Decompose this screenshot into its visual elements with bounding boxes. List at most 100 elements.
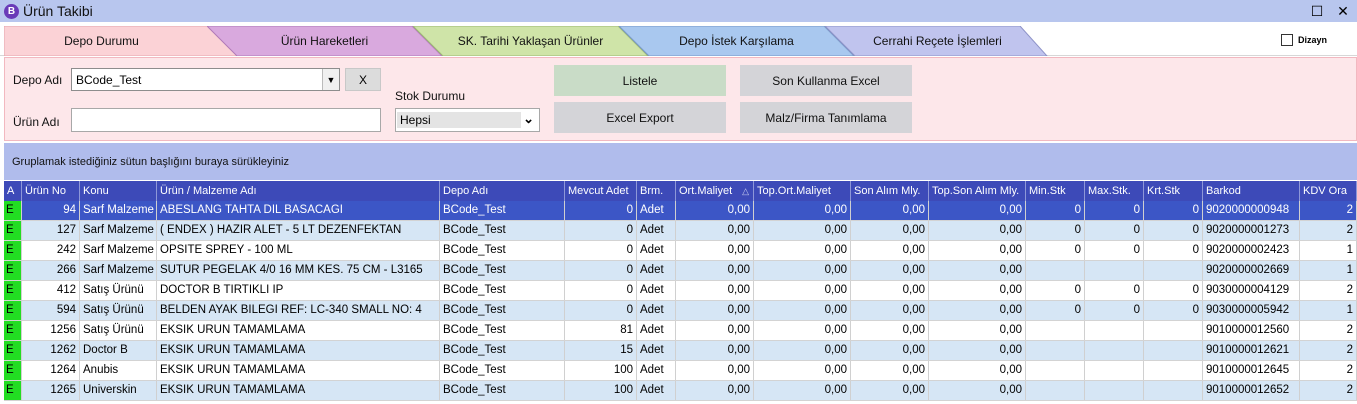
- close-button[interactable]: ✕: [1329, 0, 1357, 22]
- cell-ort-maliyet-col[interactable]: 0,00: [676, 221, 754, 240]
- cell-birim-col[interactable]: Adet: [637, 201, 676, 220]
- column-header-krt-stk-col[interactable]: Krt.Stk: [1144, 181, 1203, 201]
- cell-top-son-alim-col[interactable]: 0,00: [929, 301, 1026, 320]
- cell-barkod-col[interactable]: 9010000012645: [1203, 361, 1300, 380]
- cell-kdv-col[interactable]: 2: [1300, 321, 1357, 340]
- cell-birim-col[interactable]: Adet: [637, 301, 676, 320]
- cell-top-son-alim-col[interactable]: 0,00: [929, 261, 1026, 280]
- cell-urun-no-col[interactable]: 1264: [22, 361, 80, 380]
- cell-a-col[interactable]: E: [4, 281, 22, 300]
- cell-top-ort-maliyet-col[interactable]: 0,00: [754, 261, 851, 280]
- cell-mevcut-adet-col[interactable]: 0: [565, 241, 637, 260]
- cell-urun-adi-col[interactable]: OPSITE SPREY - 100 ML: [157, 241, 440, 260]
- cell-min-stk-col[interactable]: [1026, 341, 1085, 360]
- cell-max-stk-col[interactable]: [1085, 361, 1144, 380]
- table-row[interactable]: E 594 Satış Ürünü BELDEN AYAK BILEGI REF: L…: [4, 301, 1357, 321]
- cell-depo-adi-col[interactable]: BCode_Test: [440, 381, 565, 400]
- cell-urun-no-col[interactable]: 1256: [22, 321, 80, 340]
- column-header-konu-col[interactable]: Konu: [80, 181, 157, 201]
- cell-konu-col[interactable]: Satış Ürünü: [80, 281, 157, 300]
- cell-barkod-col[interactable]: 9020000002423: [1203, 241, 1300, 260]
- cell-konu-col[interactable]: Doctor B: [80, 341, 157, 360]
- cell-a-col[interactable]: E: [4, 341, 22, 360]
- urun-input[interactable]: [71, 108, 381, 132]
- cell-urun-no-col[interactable]: 594: [22, 301, 80, 320]
- cell-a-col[interactable]: E: [4, 361, 22, 380]
- column-header-mevcut-adet-col[interactable]: Mevcut Adet: [565, 181, 637, 201]
- cell-konu-col[interactable]: Sarf Malzeme: [80, 221, 157, 240]
- cell-krt-stk-col[interactable]: [1144, 321, 1203, 340]
- cell-kdv-col[interactable]: 1: [1300, 261, 1357, 280]
- cell-max-stk-col[interactable]: [1085, 341, 1144, 360]
- cell-max-stk-col[interactable]: 0: [1085, 281, 1144, 300]
- cell-a-col[interactable]: E: [4, 261, 22, 280]
- tab-sk-tarihi[interactable]: SK. Tarihi Yaklaşan Ürünler: [413, 26, 648, 56]
- cell-depo-adi-col[interactable]: BCode_Test: [440, 281, 565, 300]
- cell-konu-col[interactable]: Satış Ürünü: [80, 301, 157, 320]
- cell-a-col[interactable]: E: [4, 221, 22, 240]
- cell-urun-no-col[interactable]: 127: [22, 221, 80, 240]
- cell-ort-maliyet-col[interactable]: 0,00: [676, 301, 754, 320]
- cell-birim-col[interactable]: Adet: [637, 381, 676, 400]
- cell-depo-adi-col[interactable]: BCode_Test: [440, 321, 565, 340]
- cell-son-alim-col[interactable]: 0,00: [851, 361, 929, 380]
- cell-barkod-col[interactable]: 9010000012621: [1203, 341, 1300, 360]
- column-header-barkod-col[interactable]: Barkod: [1203, 181, 1300, 201]
- cell-krt-stk-col[interactable]: 0: [1144, 201, 1203, 220]
- cell-a-col[interactable]: E: [4, 301, 22, 320]
- cell-urun-adi-col[interactable]: SUTUR PEGELAK 4/0 16 MM KES. 75 CM - L31…: [157, 261, 440, 280]
- cell-mevcut-adet-col[interactable]: 0: [565, 301, 637, 320]
- cell-a-col[interactable]: E: [4, 201, 22, 220]
- column-header-urun-adi-col[interactable]: Ürün / Malzeme Adı: [157, 181, 440, 201]
- cell-urun-no-col[interactable]: 412: [22, 281, 80, 300]
- cell-birim-col[interactable]: Adet: [637, 341, 676, 360]
- cell-a-col[interactable]: E: [4, 381, 22, 400]
- cell-son-alim-col[interactable]: 0,00: [851, 241, 929, 260]
- cell-son-alim-col[interactable]: 0,00: [851, 281, 929, 300]
- cell-krt-stk-col[interactable]: 0: [1144, 241, 1203, 260]
- cell-barkod-col[interactable]: 9010000012652: [1203, 381, 1300, 400]
- dizayn-toggle[interactable]: Dizayn: [1281, 34, 1327, 46]
- column-header-birim-col[interactable]: Brm.: [637, 181, 676, 201]
- cell-urun-no-col[interactable]: 242: [22, 241, 80, 260]
- table-row[interactable]: E 1265 Universkin EKSIK URUN TAMAMLAMA BCode…: [4, 381, 1357, 401]
- cell-top-son-alim-col[interactable]: 0,00: [929, 381, 1026, 400]
- cell-depo-adi-col[interactable]: BCode_Test: [440, 261, 565, 280]
- cell-krt-stk-col[interactable]: 0: [1144, 221, 1203, 240]
- cell-urun-adi-col[interactable]: ABESLANG TAHTA DIL BASACAGI: [157, 201, 440, 220]
- column-header-kdv-col[interactable]: KDV Ora: [1300, 181, 1357, 201]
- cell-a-col[interactable]: E: [4, 321, 22, 340]
- cell-birim-col[interactable]: Adet: [637, 321, 676, 340]
- cell-son-alim-col[interactable]: 0,00: [851, 381, 929, 400]
- clear-depo-button[interactable]: X: [345, 68, 381, 91]
- cell-kdv-col[interactable]: 2: [1300, 341, 1357, 360]
- table-row[interactable]: E 412 Satış Ürünü DOCTOR B TIRTIKLI IP BCode…: [4, 281, 1357, 301]
- cell-ort-maliyet-col[interactable]: 0,00: [676, 261, 754, 280]
- cell-birim-col[interactable]: Adet: [637, 241, 676, 260]
- table-row[interactable]: E 242 Sarf Malzeme OPSITE SPREY - 100 ML BCo…: [4, 241, 1357, 261]
- cell-kdv-col[interactable]: 2: [1300, 221, 1357, 240]
- cell-depo-adi-col[interactable]: BCode_Test: [440, 241, 565, 260]
- malz-firma-button[interactable]: Malz/Firma Tanımlama: [740, 102, 912, 133]
- cell-urun-adi-col[interactable]: DOCTOR B TIRTIKLI IP: [157, 281, 440, 300]
- cell-urun-adi-col[interactable]: EKSIK URUN TAMAMLAMA: [157, 341, 440, 360]
- cell-ort-maliyet-col[interactable]: 0,00: [676, 241, 754, 260]
- cell-barkod-col[interactable]: 9030000004129: [1203, 281, 1300, 300]
- column-header-min-stk-col[interactable]: Min.Stk: [1026, 181, 1085, 201]
- stok-select[interactable]: Hepsi ⌄: [395, 108, 540, 132]
- cell-top-son-alim-col[interactable]: 0,00: [929, 361, 1026, 380]
- cell-mevcut-adet-col[interactable]: 100: [565, 381, 637, 400]
- cell-krt-stk-col[interactable]: [1144, 381, 1203, 400]
- cell-min-stk-col[interactable]: [1026, 261, 1085, 280]
- maximize-button[interactable]: ☐: [1303, 0, 1331, 22]
- cell-mevcut-adet-col[interactable]: 0: [565, 201, 637, 220]
- column-header-ort-maliyet-col[interactable]: Ort.Maliyet △: [676, 181, 754, 201]
- column-header-depo-adi-col[interactable]: Depo Adı: [440, 181, 565, 201]
- cell-barkod-col[interactable]: 9020000002669: [1203, 261, 1300, 280]
- tab-depo-durumu[interactable]: Depo Durumu: [4, 26, 239, 56]
- cell-ort-maliyet-col[interactable]: 0,00: [676, 361, 754, 380]
- cell-urun-adi-col[interactable]: BELDEN AYAK BILEGI REF: LC-340 SMALL NO:…: [157, 301, 440, 320]
- cell-top-son-alim-col[interactable]: 0,00: [929, 221, 1026, 240]
- cell-mevcut-adet-col[interactable]: 0: [565, 261, 637, 280]
- table-row[interactable]: E 127 Sarf Malzeme( ENDEX ) HAZIR ALET - 5…: [4, 221, 1357, 241]
